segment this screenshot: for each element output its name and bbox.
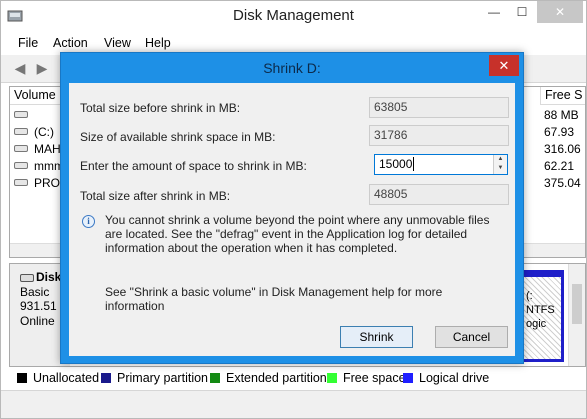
legend-item: Unallocated (17, 371, 99, 385)
drive-icon (14, 162, 28, 169)
legend-swatch (403, 373, 413, 383)
legend-item: Free space (327, 371, 406, 385)
legend-item: Primary partition (101, 371, 208, 385)
help-link-text: See "Shrink a basic volume" in Disk Mana… (105, 285, 443, 313)
partition-label: (: (526, 290, 533, 302)
minimize-button[interactable]: — (481, 1, 507, 23)
partition-filesystem: NTFS (526, 304, 555, 316)
cancel-button[interactable]: Cancel (435, 326, 508, 348)
legend-label: Primary partition (117, 371, 208, 385)
total-before-value: 63805 (369, 97, 509, 118)
title-bar: Disk Management — ☐ ✕ (1, 1, 586, 33)
close-button[interactable]: ✕ (537, 1, 583, 23)
drive-icon (14, 128, 28, 135)
volume-free-space: 67.93 (544, 125, 575, 139)
shrink-amount-value: 15000 (379, 157, 413, 171)
disk-icon (20, 273, 34, 282)
partition-type: ogic (526, 318, 547, 330)
status-bar (1, 390, 586, 418)
legend-label: Unallocated (33, 371, 100, 385)
available-space-label: Size of available shrink space in MB: (80, 130, 276, 144)
column-header-free-space[interactable]: Free S (540, 87, 585, 105)
total-after-label: Total size after shrink in MB: (80, 189, 231, 203)
volume-name: (C:) (34, 125, 54, 139)
volume-free-space: 316.06 (544, 142, 581, 156)
legend-label: Free space (343, 371, 406, 385)
volume-free-space: 375.04 (544, 176, 581, 190)
info-text: You cannot shrink a volume beyond the po… (105, 213, 490, 255)
total-after-value: 48805 (369, 184, 509, 205)
volume-free-space: 88 MB (544, 108, 579, 122)
menu-help[interactable]: Help (145, 36, 171, 50)
menu-view[interactable]: View (104, 36, 131, 50)
shrink-button[interactable]: Shrink (340, 326, 413, 348)
dialog-body: Total size before shrink in MB: 63805 Si… (69, 83, 515, 356)
drive-icon (14, 111, 28, 118)
scrollbar-thumb[interactable] (572, 284, 582, 324)
volume-free-space: 62.21 (544, 159, 575, 173)
maximize-button[interactable]: ☐ (509, 1, 535, 23)
menu-action[interactable]: Action (53, 36, 88, 50)
legend-swatch (17, 373, 27, 383)
info-icon: i (82, 215, 95, 228)
shrink-dialog: Shrink D: ✕ Total size before shrink in … (60, 52, 524, 364)
back-arrow-icon[interactable]: ◀ (11, 60, 29, 76)
legend-label: Logical drive (419, 371, 490, 385)
menu-bar: File Action View Help (1, 33, 586, 53)
legend-item: Logical drive (403, 371, 489, 385)
legend-swatch (327, 373, 337, 383)
legend-item: Extended partition (210, 371, 327, 385)
menu-file[interactable]: File (18, 36, 38, 50)
spin-buttons[interactable]: ▲ ▼ (493, 155, 507, 174)
forward-arrow-icon[interactable]: ▶ (33, 60, 51, 76)
legend: Unallocated Primary partition Extended p… (9, 368, 586, 387)
legend-swatch (101, 373, 111, 383)
drive-icon (14, 145, 28, 152)
dialog-title: Shrink D: (263, 60, 321, 76)
legend-swatch (210, 373, 220, 383)
total-before-label: Total size before shrink in MB: (80, 101, 241, 115)
dialog-close-button[interactable]: ✕ (489, 55, 519, 76)
shrink-amount-input[interactable]: 15000 ▲ ▼ (374, 154, 508, 175)
disk-name: Disk (36, 270, 62, 284)
drive-icon (14, 179, 28, 186)
available-space-value: 31786 (369, 125, 509, 146)
legend-label: Extended partition (226, 371, 327, 385)
vertical-scrollbar[interactable] (568, 264, 585, 366)
spin-down-icon[interactable]: ▼ (494, 164, 507, 173)
shrink-amount-label: Enter the amount of space to shrink in M… (80, 159, 307, 173)
spin-up-icon[interactable]: ▲ (494, 155, 507, 164)
logical-drive-partition[interactable]: (: NTFS ogic (520, 270, 564, 362)
